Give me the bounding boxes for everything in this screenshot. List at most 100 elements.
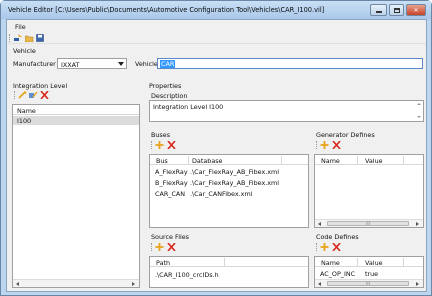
database-cell[interactable]: .\Car_FlexRay_AB_Fibex.xml: [190, 179, 279, 187]
table-header: Name Value: [315, 155, 423, 165]
code-defines-toolbar: [314, 242, 424, 253]
minimize-icon: [375, 11, 382, 13]
vehicle-group-label: Vehicle: [13, 47, 36, 55]
delete-icon[interactable]: [40, 91, 49, 99]
integration-level-list[interactable]: Name I100: [12, 104, 140, 288]
bus-cell[interactable]: CAR_CAN: [155, 190, 185, 198]
column-header-bus[interactable]: Bus: [156, 157, 168, 165]
column-divider[interactable]: [403, 156, 404, 164]
scroll-right-icon[interactable]: [132, 282, 135, 286]
bus-cell[interactable]: A_FlexRay: [155, 168, 188, 176]
path-cell[interactable]: .\CAR_I100_crcIDs.h: [155, 271, 219, 279]
menu-bar: File: [7, 20, 426, 32]
column-header-database[interactable]: Database: [192, 157, 223, 165]
delete-icon[interactable]: [167, 141, 176, 149]
column-header-name[interactable]: Name: [17, 107, 36, 115]
add-icon[interactable]: [155, 243, 164, 251]
buses-label: Buses: [151, 131, 171, 139]
description-textarea[interactable]: Integration Level I100: [149, 100, 424, 122]
scroll-left-icon[interactable]: [318, 222, 321, 226]
vehicle-name-value: CAR: [160, 60, 176, 68]
editor-client-area: File Vehicle Manufacturer IXXAT Vehicle …: [6, 19, 427, 292]
bus-cell[interactable]: B_FlexRay: [155, 179, 188, 187]
delete-icon[interactable]: [167, 243, 176, 251]
generator-defines-toolbar: [314, 140, 424, 151]
code-define-value-cell[interactable]: true: [365, 270, 378, 278]
column-header-name[interactable]: Name: [321, 259, 340, 267]
save-disk-icon[interactable]: [36, 34, 45, 42]
new-vehicle-icon[interactable]: [14, 34, 23, 42]
generator-defines-table[interactable]: Name Value III: [314, 154, 424, 228]
toolbar-grip[interactable]: [14, 91, 16, 99]
window-title: Vehicle Editor [C:\Users\Public\Document…: [8, 6, 325, 14]
close-button[interactable]: ✕: [406, 4, 426, 16]
scroll-right-icon[interactable]: [416, 282, 419, 286]
scroll-left-icon[interactable]: [16, 282, 19, 286]
add-level-icon[interactable]: [18, 91, 27, 99]
integration-level-label: Integration Level: [13, 82, 68, 90]
open-folder-icon[interactable]: [25, 34, 34, 42]
close-icon: ✕: [413, 6, 419, 14]
manufacturer-select[interactable]: IXXAT: [57, 58, 127, 69]
minimize-button[interactable]: [370, 4, 387, 16]
add-icon[interactable]: [155, 141, 164, 149]
vehicle-editor-window: Vehicle Editor [C:\Users\Public\Document…: [0, 0, 432, 296]
scroll-thumb[interactable]: III: [327, 221, 409, 226]
chevron-down-icon[interactable]: [118, 62, 124, 66]
manufacturer-value: IXXAT: [61, 60, 80, 69]
scroll-thumb[interactable]: III: [327, 281, 409, 286]
column-header-path[interactable]: Path: [156, 259, 170, 267]
column-divider[interactable]: [357, 258, 358, 266]
scroll-left-icon[interactable]: [318, 282, 321, 286]
horizontal-scrollbar[interactable]: III: [315, 219, 423, 227]
vertical-scrollbar[interactable]: [415, 101, 423, 121]
toolbar-grip[interactable]: [151, 243, 153, 251]
integration-toolbar: [12, 90, 140, 101]
source-files-toolbar: [149, 242, 309, 253]
main-toolbar: [7, 32, 426, 44]
table-header: Name Value: [315, 257, 423, 267]
delete-icon[interactable]: [332, 243, 341, 251]
menu-file[interactable]: File: [15, 23, 26, 31]
database-cell[interactable]: .\Car_CANFibex.xml: [190, 190, 252, 198]
buses-table[interactable]: Bus Database A_FlexRay .\Car_FlexRay_AB_…: [149, 154, 309, 228]
manufacturer-label: Manufacturer: [13, 60, 56, 68]
code-defines-label: Code Defines: [316, 233, 359, 241]
list-header: Name: [13, 105, 139, 115]
list-item[interactable]: I100: [17, 117, 31, 125]
column-divider[interactable]: [357, 156, 358, 164]
database-cell[interactable]: .\Car_FlexRay_AB_Fibex.xml: [190, 168, 279, 176]
table-header: Bus Database: [150, 155, 308, 165]
add-icon[interactable]: [320, 243, 329, 251]
column-divider[interactable]: [188, 156, 189, 164]
properties-label: Properties: [149, 82, 182, 90]
code-defines-table[interactable]: Name Value AC_OP_INC true III: [314, 256, 424, 288]
column-header-name[interactable]: Name: [321, 157, 340, 165]
delete-icon[interactable]: [332, 141, 341, 149]
column-header-value[interactable]: Value: [365, 259, 383, 267]
horizontal-scrollbar[interactable]: III: [315, 279, 423, 287]
toolbar-grip[interactable]: [151, 141, 153, 149]
column-divider[interactable]: [281, 156, 282, 164]
column-divider[interactable]: [403, 258, 404, 266]
toolbar-grip[interactable]: [9, 34, 11, 42]
toolbar-grip[interactable]: [316, 141, 318, 149]
scroll-up-icon[interactable]: [417, 103, 421, 105]
buses-toolbar: [149, 140, 309, 151]
column-header-value[interactable]: Value: [365, 157, 383, 165]
generator-defines-label: Generator Defines: [316, 131, 375, 139]
scroll-right-icon[interactable]: [416, 222, 419, 226]
column-divider[interactable]: [224, 258, 225, 266]
maximize-button[interactable]: [389, 4, 404, 16]
add-icon[interactable]: [320, 141, 329, 149]
edit-level-icon[interactable]: [29, 91, 38, 99]
description-label: Description: [151, 92, 188, 100]
vehicle-name-field[interactable]: CAR: [157, 58, 423, 69]
toolbar-grip[interactable]: [316, 243, 318, 251]
source-files-table[interactable]: Path .\CAR_I100_crcIDs.h: [149, 256, 309, 288]
code-define-name-cell[interactable]: AC_OP_INC: [320, 270, 355, 278]
title-bar[interactable]: Vehicle Editor [C:\Users\Public\Document…: [1, 1, 431, 19]
list-item-selected-bg: [13, 116, 139, 125]
horizontal-scrollbar[interactable]: [13, 279, 139, 287]
scroll-down-icon[interactable]: [417, 116, 421, 118]
